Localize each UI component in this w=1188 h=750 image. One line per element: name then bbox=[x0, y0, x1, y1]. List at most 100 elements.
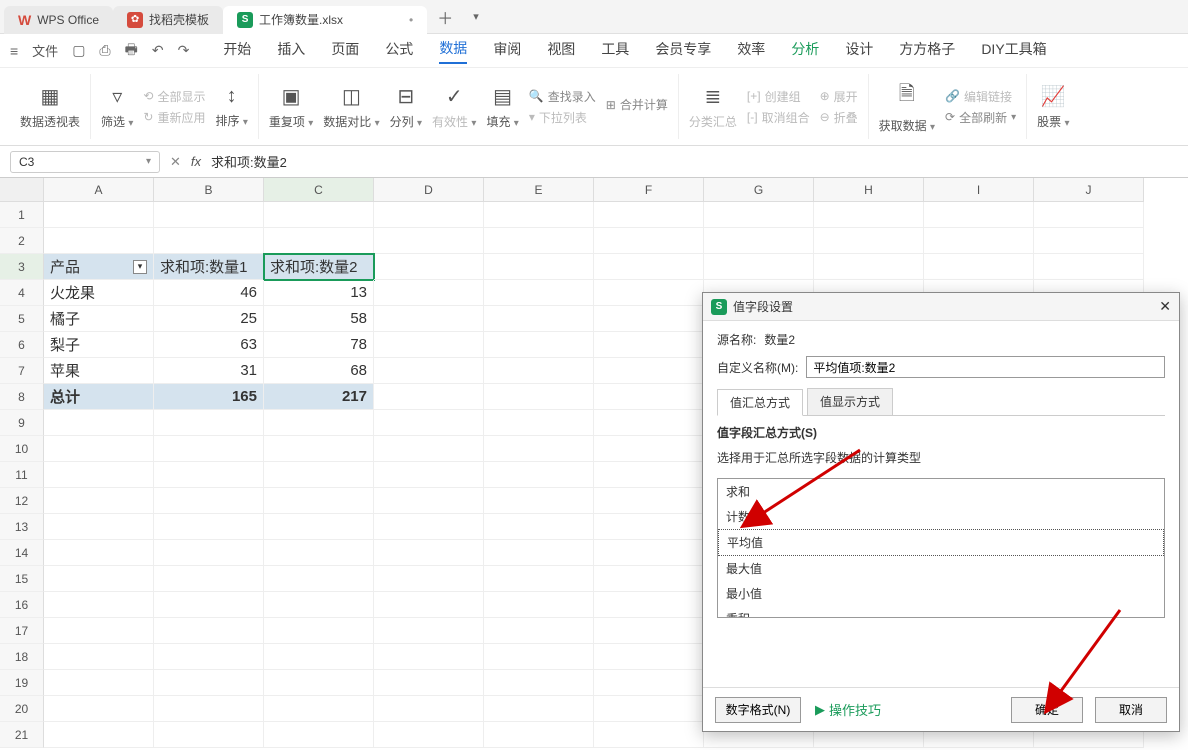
cell[interactable] bbox=[374, 514, 484, 540]
sort-button[interactable]: ↕排序 ▾ bbox=[215, 85, 247, 129]
col-header[interactable]: B bbox=[154, 178, 264, 202]
cell[interactable]: 25 bbox=[154, 306, 264, 332]
cell[interactable] bbox=[374, 618, 484, 644]
cell[interactable] bbox=[484, 254, 594, 280]
cell[interactable]: 165 bbox=[154, 384, 264, 410]
row-header[interactable]: 2 bbox=[0, 228, 44, 254]
cell[interactable] bbox=[924, 254, 1034, 280]
row-header[interactable]: 1 bbox=[0, 202, 44, 228]
cell[interactable] bbox=[374, 410, 484, 436]
col-header[interactable]: J bbox=[1034, 178, 1144, 202]
cell[interactable] bbox=[374, 254, 484, 280]
cell[interactable] bbox=[484, 566, 594, 592]
cell[interactable] bbox=[594, 358, 704, 384]
cell[interactable] bbox=[264, 514, 374, 540]
row-header[interactable]: 8 bbox=[0, 384, 44, 410]
number-format-button[interactable]: 数字格式(N) bbox=[715, 697, 801, 723]
cell[interactable] bbox=[814, 228, 924, 254]
cell[interactable] bbox=[374, 332, 484, 358]
cell[interactable] bbox=[44, 670, 154, 696]
cell[interactable] bbox=[484, 332, 594, 358]
row-header[interactable]: 19 bbox=[0, 670, 44, 696]
refreshall-button[interactable]: ⟳全部刷新 ▾ bbox=[945, 109, 1016, 126]
cell[interactable] bbox=[154, 644, 264, 670]
cell[interactable] bbox=[484, 696, 594, 722]
col-header[interactable]: A bbox=[44, 178, 154, 202]
cell[interactable] bbox=[594, 436, 704, 462]
cell[interactable]: 总计 bbox=[44, 384, 154, 410]
cancel-icon[interactable]: ✕ bbox=[170, 154, 181, 170]
cell[interactable] bbox=[484, 618, 594, 644]
validity-button[interactable]: ✓有效性 ▾ bbox=[432, 84, 476, 130]
cell[interactable] bbox=[44, 540, 154, 566]
cell[interactable] bbox=[594, 722, 704, 748]
cell[interactable] bbox=[264, 462, 374, 488]
cell[interactable] bbox=[374, 462, 484, 488]
cell[interactable] bbox=[484, 202, 594, 228]
row-header[interactable]: 10 bbox=[0, 436, 44, 462]
cell[interactable] bbox=[594, 306, 704, 332]
cell[interactable] bbox=[704, 254, 814, 280]
fx-icon[interactable]: fx bbox=[191, 154, 201, 169]
cell[interactable]: 78 bbox=[264, 332, 374, 358]
cell[interactable] bbox=[484, 592, 594, 618]
row-header[interactable]: 15 bbox=[0, 566, 44, 592]
tab-workbook[interactable]: S 工作簿数量.xlsx • bbox=[223, 6, 427, 34]
col-header[interactable]: E bbox=[484, 178, 594, 202]
menu-insert[interactable]: 插入 bbox=[277, 39, 305, 63]
col-header[interactable]: H bbox=[814, 178, 924, 202]
cell[interactable] bbox=[154, 410, 264, 436]
cell[interactable] bbox=[264, 566, 374, 592]
tab-show-as[interactable]: 值显示方式 bbox=[807, 388, 893, 415]
cell[interactable] bbox=[484, 280, 594, 306]
cell[interactable] bbox=[44, 696, 154, 722]
cell[interactable] bbox=[44, 436, 154, 462]
cell[interactable] bbox=[1034, 254, 1144, 280]
cell[interactable] bbox=[154, 436, 264, 462]
cell[interactable] bbox=[594, 514, 704, 540]
cell[interactable]: 求和项:数量1 bbox=[154, 254, 264, 280]
custom-name-input[interactable] bbox=[806, 356, 1165, 378]
cell[interactable] bbox=[154, 540, 264, 566]
cell[interactable] bbox=[374, 202, 484, 228]
cell[interactable] bbox=[44, 488, 154, 514]
cell[interactable] bbox=[484, 540, 594, 566]
cell[interactable]: 46 bbox=[154, 280, 264, 306]
cell[interactable] bbox=[154, 228, 264, 254]
col-header[interactable]: G bbox=[704, 178, 814, 202]
folder-icon[interactable]: ▢ bbox=[72, 42, 85, 59]
cell[interactable] bbox=[484, 228, 594, 254]
menu-ffgz[interactable]: 方方格子 bbox=[899, 39, 955, 63]
getdata-button[interactable]: 🗎获取数据 ▾ bbox=[879, 79, 935, 134]
cell[interactable] bbox=[594, 332, 704, 358]
menu-view[interactable]: 视图 bbox=[547, 39, 575, 63]
split-button[interactable]: ⊟分列 ▾ bbox=[390, 84, 422, 130]
duplicate-button[interactable]: ▣重复项 ▾ bbox=[269, 84, 313, 130]
cell[interactable] bbox=[44, 566, 154, 592]
cell[interactable] bbox=[264, 670, 374, 696]
cell[interactable] bbox=[264, 488, 374, 514]
cell[interactable] bbox=[154, 722, 264, 748]
cell[interactable] bbox=[44, 228, 154, 254]
cell[interactable] bbox=[154, 618, 264, 644]
cell[interactable] bbox=[814, 202, 924, 228]
menu-diy[interactable]: DIY工具箱 bbox=[981, 39, 1046, 63]
cell[interactable] bbox=[594, 696, 704, 722]
cell[interactable] bbox=[374, 358, 484, 384]
row-header[interactable]: 17 bbox=[0, 618, 44, 644]
function-option[interactable]: 平均值 bbox=[718, 529, 1164, 556]
cell[interactable] bbox=[484, 722, 594, 748]
cell[interactable] bbox=[484, 462, 594, 488]
row-header[interactable]: 4 bbox=[0, 280, 44, 306]
dialog-titlebar[interactable]: S 值字段设置 ✕ bbox=[703, 293, 1179, 321]
cell[interactable] bbox=[374, 592, 484, 618]
cell[interactable] bbox=[154, 202, 264, 228]
pivot-filter-button[interactable]: ▾ bbox=[133, 260, 147, 274]
cell[interactable] bbox=[264, 618, 374, 644]
cell[interactable] bbox=[264, 228, 374, 254]
cell[interactable] bbox=[374, 384, 484, 410]
name-box[interactable]: C3 ▾ bbox=[10, 151, 160, 173]
undo-icon[interactable]: ↶ bbox=[152, 42, 164, 59]
cell[interactable]: 苹果 bbox=[44, 358, 154, 384]
cell[interactable] bbox=[264, 436, 374, 462]
